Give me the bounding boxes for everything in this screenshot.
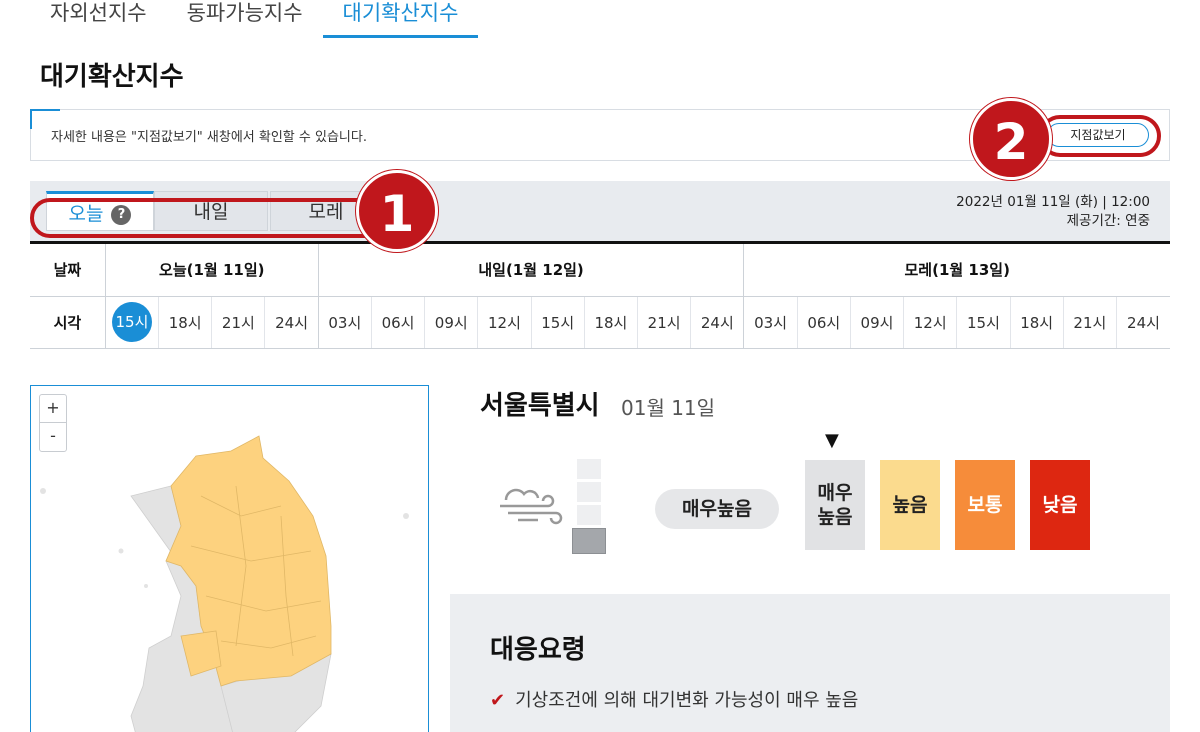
time-slot[interactable]: 06시 bbox=[370, 296, 425, 349]
time-slot[interactable]: 03시 bbox=[317, 296, 372, 349]
day-tab-bar: 오늘? 내일 모레 2022년 01월 11일 (화) | 12:00 제공기간… bbox=[30, 181, 1170, 241]
date-tomorrow: 내일(1월 12일) bbox=[317, 244, 744, 297]
time-slot[interactable]: 12시 bbox=[903, 296, 957, 349]
tab-freeze-index[interactable]: 동파가능지수 bbox=[167, 0, 323, 38]
time-slot[interactable]: 18시 bbox=[158, 296, 212, 349]
time-row: 시각 15시 18시 21시 24시 03시 06시 09시 12시 15시 1… bbox=[30, 296, 1170, 349]
zoom-in-button[interactable]: + bbox=[40, 395, 66, 423]
index-tabs: 자외선지수 동파가능지수 대기확산지수 bbox=[30, 0, 479, 40]
date-day-after: 모레(1월 13일) bbox=[743, 244, 1170, 297]
level-low: 낮음 bbox=[1030, 460, 1090, 550]
issue-datetime: 2022년 01월 11일 (화) | 12:00 bbox=[956, 194, 1150, 210]
response-guide: 대응요령 ✔ 기상조건에 의해 대기변화 가능성이 매우 높음 bbox=[450, 594, 1170, 732]
tab-uv-index[interactable]: 자외선지수 bbox=[30, 0, 167, 38]
time-slot[interactable]: 15시 bbox=[530, 296, 585, 349]
time-slot[interactable]: 15시 bbox=[104, 296, 159, 349]
time-slot[interactable]: 21시 bbox=[637, 296, 691, 349]
time-slot[interactable]: 24시 bbox=[264, 296, 319, 349]
time-slot[interactable]: 09시 bbox=[849, 296, 904, 349]
zoom-out-button[interactable]: - bbox=[40, 423, 66, 451]
zoom-control: + - bbox=[39, 394, 67, 452]
time-slot[interactable]: 12시 bbox=[477, 296, 532, 349]
provision-period: 제공기간: 연중 bbox=[1066, 213, 1150, 229]
time-slot[interactable]: 09시 bbox=[424, 296, 478, 349]
time-slot[interactable]: 15시 bbox=[956, 296, 1011, 349]
response-item-text: 기상조건에 의해 대기변화 가능성이 매우 높음 bbox=[515, 690, 859, 711]
time-header: 시각 bbox=[30, 296, 106, 349]
tab-air-diffusion-index[interactable]: 대기확산지수 bbox=[322, 0, 479, 38]
date-row: 날짜 오늘(1월 11일) 내일(1월 12일) 모레(1월 13일) bbox=[30, 244, 1170, 297]
callout-badge-2: 2 bbox=[970, 98, 1052, 180]
time-slot[interactable]: 18시 bbox=[583, 296, 638, 349]
response-title: 대응요령 bbox=[490, 635, 586, 665]
notice-text: 자세한 내용은 "지점값보기" 새창에서 확인할 수 있습니다. bbox=[51, 130, 367, 145]
time-slot[interactable]: 24시 bbox=[1115, 296, 1170, 349]
highlight-ring-2 bbox=[1039, 115, 1161, 157]
level-very-high: 매우 높음 bbox=[805, 460, 865, 550]
highlight-ring-1 bbox=[30, 198, 390, 238]
time-slot[interactable]: 21시 bbox=[1062, 296, 1117, 349]
callout-badge-1: 1 bbox=[356, 170, 438, 252]
korea-map[interactable]: + - bbox=[30, 385, 429, 732]
time-slot[interactable]: 24시 bbox=[690, 296, 744, 349]
check-icon: ✔ bbox=[490, 690, 506, 711]
region-date: 01월 11일 bbox=[621, 396, 716, 420]
time-table: 날짜 오늘(1월 11일) 내일(1월 12일) 모레(1월 13일) 시각 1… bbox=[30, 244, 1170, 349]
time-slot[interactable]: 06시 bbox=[796, 296, 851, 349]
issue-info: 2022년 01월 11일 (화) | 12:00 제공기간: 연중 bbox=[956, 193, 1150, 231]
page-title: 대기확산지수 bbox=[40, 62, 184, 92]
time-slot[interactable]: 18시 bbox=[1009, 296, 1064, 349]
level-high: 높음 bbox=[880, 460, 940, 550]
date-header: 날짜 bbox=[30, 244, 106, 297]
region-name: 서울특별시 bbox=[480, 391, 600, 421]
level-marker-icon: ▼ bbox=[825, 430, 839, 451]
level-normal: 보통 bbox=[955, 460, 1015, 550]
time-slot[interactable]: 03시 bbox=[743, 296, 798, 349]
level-indicator-icon bbox=[572, 459, 606, 557]
time-slot[interactable]: 21시 bbox=[211, 296, 265, 349]
date-today: 오늘(1월 11일) bbox=[104, 244, 319, 297]
current-level-badge: 매우높음 bbox=[655, 489, 779, 529]
map-regions bbox=[40, 435, 409, 732]
response-item: ✔ 기상조건에 의해 대기변화 가능성이 매우 높음 bbox=[490, 686, 858, 712]
wind-cloud-icon bbox=[498, 478, 568, 532]
